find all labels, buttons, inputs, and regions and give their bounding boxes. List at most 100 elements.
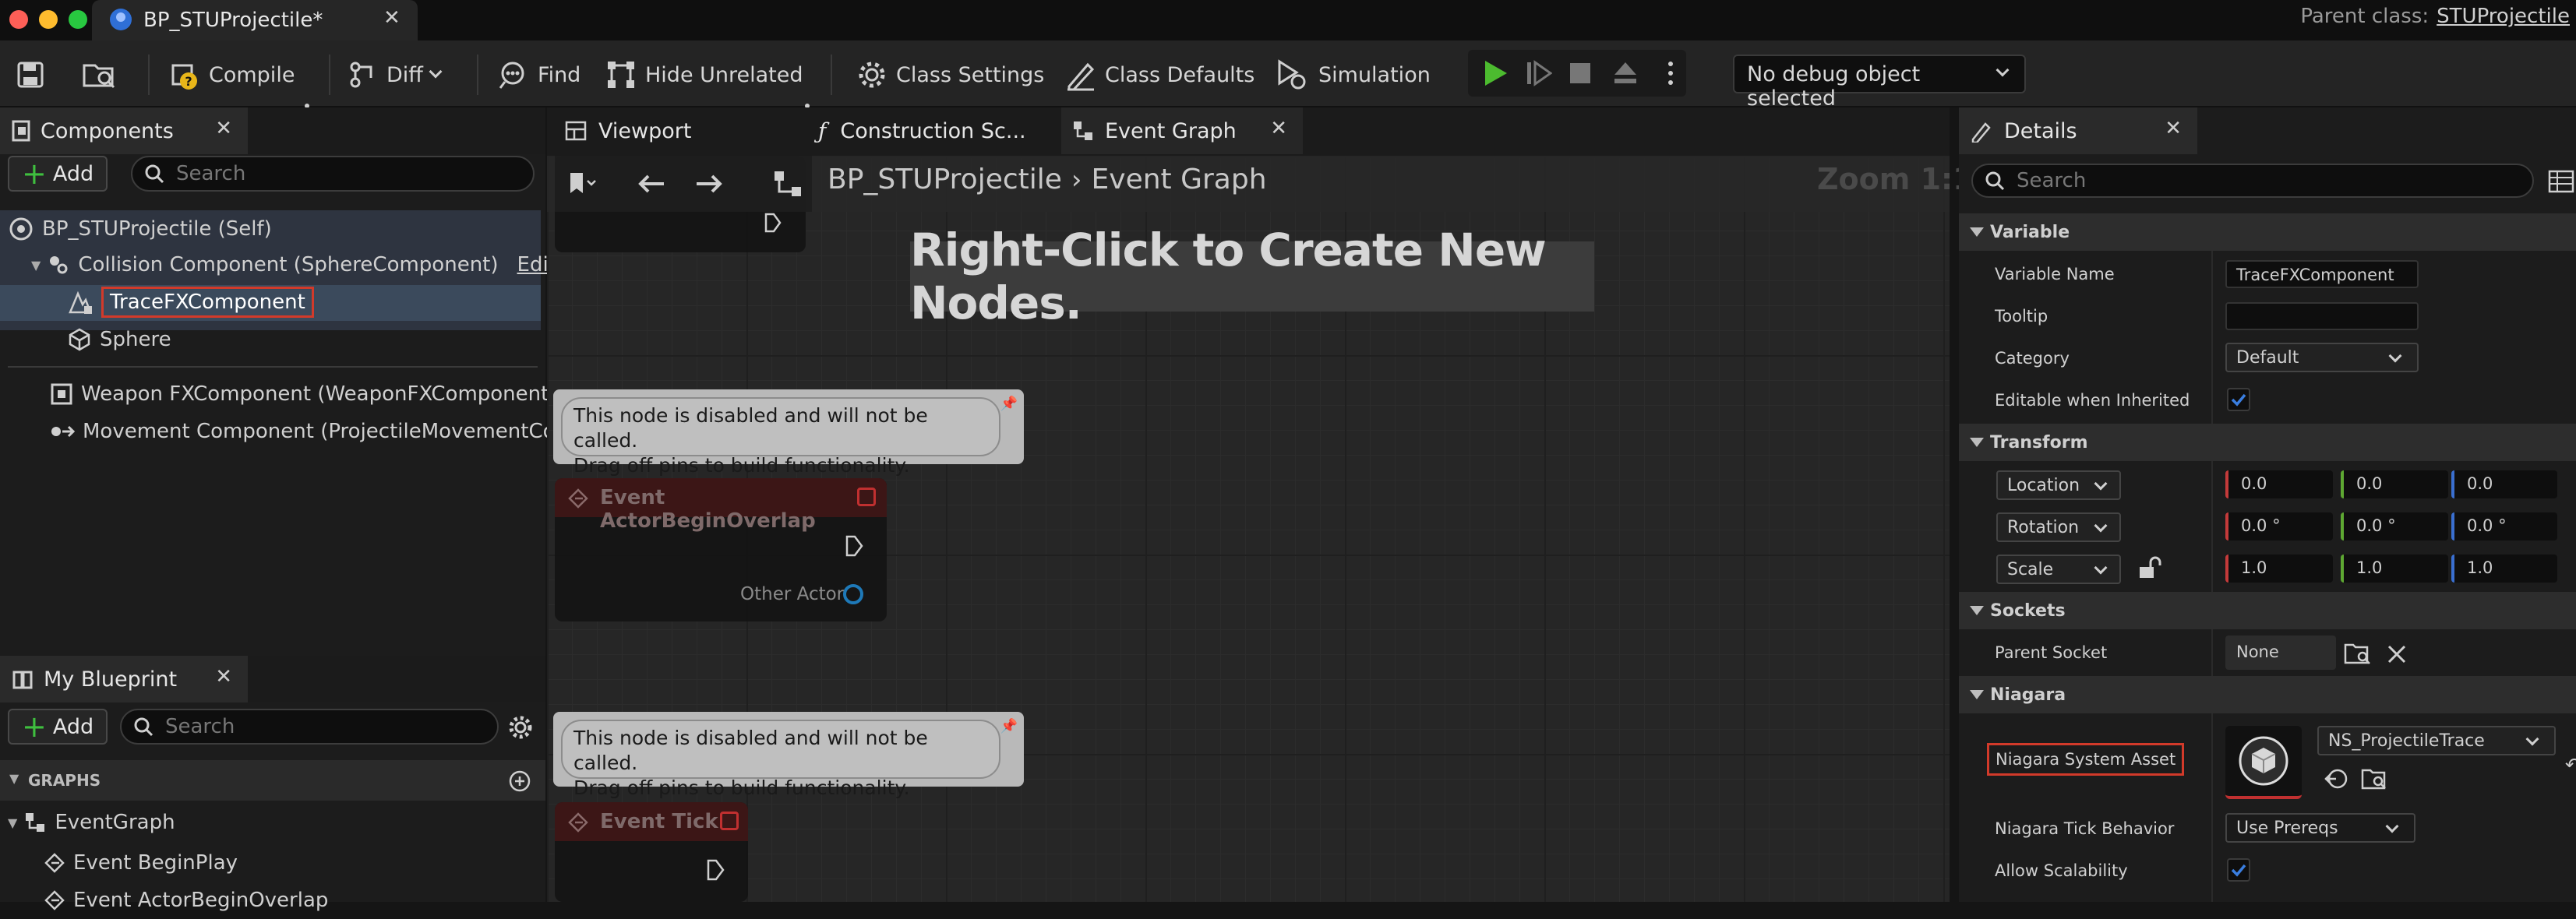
tree-row-movement[interactable]: Movement Component (ProjectileMovementCo… [50,413,575,450]
socket-browse-icon[interactable] [2344,640,2372,667]
close-icon[interactable]: ✕ [215,117,232,140]
debug-object-select[interactable]: No debug object selected [1733,55,2026,111]
close-icon[interactable]: ✕ [215,665,232,688]
exec-pin-icon[interactable] [706,858,726,882]
tree-row-collision[interactable]: ▼ Collision Component (SphereComponent) … [31,246,581,283]
tree-row-sphere[interactable]: Sphere [67,321,171,358]
parent-class-link[interactable]: STUProjectile [2437,5,2570,28]
rotation-y[interactable]: 0.0 ° [2341,512,2448,540]
location-z[interactable]: 0.0 [2451,470,2557,498]
gear-icon[interactable] [506,713,535,741]
tree-row-self[interactable]: BP_STUProjectile (Self) [8,210,272,248]
play-options-icon[interactable] [1667,59,1674,87]
tree-row-weaponfx[interactable]: Weapon FXComponent (WeaponFXComponent) [50,375,556,413]
minimize-window-button[interactable] [39,10,58,29]
graph-item-beginplay[interactable]: Event BeginPlay [44,844,238,882]
scale-x[interactable]: 1.0 [2225,555,2333,583]
graph-item-eventgraph[interactable]: ▼ EventGraph [8,804,175,841]
clear-icon[interactable] [2386,643,2408,665]
location-x[interactable]: 0.0 [2225,470,2333,498]
location-y[interactable]: 0.0 [2341,470,2448,498]
collapse-arrow-icon[interactable]: ▼ [31,258,41,273]
class-settings-button[interactable]: Class Settings [856,58,1044,92]
reset-arrow-icon[interactable]: ↶ [2565,754,2576,776]
tab-components[interactable]: Components ✕ [0,107,248,154]
tree-row-tracefx[interactable]: TraceFXComponent [67,283,314,321]
table-view-icon[interactable] [2548,170,2574,193]
section-niagara[interactable]: Niagara [1959,676,2576,713]
section-sockets[interactable]: Sockets [1959,592,2576,629]
scale-mode-select[interactable]: Scale [1996,555,2121,584]
class-defaults-button[interactable]: Class Defaults [1064,58,1254,92]
rotation-x[interactable]: 0.0 ° [2225,512,2333,540]
disabled-comment-bubble[interactable]: This node is disabled and will not be ca… [553,389,1024,477]
bookmark-icon[interactable] [566,170,597,198]
tab-viewport[interactable]: Viewport [553,107,803,154]
hide-unrelated-button[interactable]: Hide Unrelated [605,58,803,92]
allow-scalability-checkbox[interactable] [2227,858,2250,882]
graphs-section-header[interactable]: ▼ GRAPHS [0,760,545,801]
niagara-asset-thumbnail[interactable] [2225,726,2302,799]
pin-icon[interactable]: 📌 [1000,718,1018,734]
step-icon[interactable] [1524,59,1552,87]
document-tab[interactable]: BP_STUProjectile* ✕ [92,0,418,40]
diff-button[interactable]: Diff [348,58,443,92]
exec-pin-icon[interactable] [845,534,865,558]
exec-pin-icon[interactable] [764,212,782,234]
delegate-pin-icon[interactable] [857,488,876,506]
graph-item-actorbeginoverlap[interactable]: Event ActorBeginOverlap [44,882,328,919]
parent-socket-field[interactable]: None [2225,636,2336,670]
browse-asset-icon[interactable] [2361,766,2387,791]
niagara-asset-select[interactable]: NS_ProjectileTrace [2317,726,2556,755]
save-button[interactable] [16,58,53,92]
scale-y[interactable]: 1.0 [2341,555,2448,583]
stop-icon[interactable] [1568,61,1593,86]
variable-name-field[interactable]: TraceFXComponent [2225,260,2419,288]
compile-button[interactable]: ? Compile [167,58,295,92]
hierarchy-icon[interactable] [771,168,804,199]
simulation-button[interactable]: Simulation [1275,58,1431,92]
my-blueprint-search-input[interactable]: Search [120,709,499,745]
use-selected-icon[interactable] [2324,766,2348,791]
play-icon[interactable] [1479,58,1510,89]
section-variable[interactable]: Variable [1959,213,2576,251]
components-search-input[interactable]: Search [131,156,535,192]
back-arrow-icon[interactable] [636,170,667,198]
tick-behavior-select[interactable]: Use Prereqs [2225,813,2415,843]
close-tab-icon[interactable]: ✕ [383,6,401,30]
forward-arrow-icon[interactable] [693,170,725,198]
close-icon[interactable]: ✕ [2165,117,2182,140]
rotation-z[interactable]: 0.0 ° [2451,512,2557,540]
tab-my-blueprint[interactable]: My Blueprint ✕ [0,656,248,702]
editable-inherited-checkbox[interactable] [2227,388,2250,411]
find-button[interactable]: Find [496,58,580,92]
event-actorbeginoverlap-node[interactable]: Event ActorBeginOverlap Other Actor [555,478,887,621]
delegate-pin-icon[interactable] [720,812,739,830]
details-search-input[interactable]: Search [1971,164,2534,198]
tooltip-field[interactable] [2225,302,2419,330]
scale-z[interactable]: 1.0 [2451,555,2557,583]
tab-details[interactable]: Details ✕ [1959,107,2197,154]
add-graph-icon[interactable] [508,769,531,793]
my-blueprint-header: My Blueprint ✕ [0,656,545,702]
unlock-icon[interactable] [2137,556,2161,581]
add-blueprint-item-button[interactable]: + Add [8,709,108,745]
toolbar-separator [831,55,832,95]
category-select[interactable]: Default [2225,343,2419,372]
disabled-comment-bubble[interactable]: This node is disabled and will not be ca… [553,712,1024,799]
object-pin-icon[interactable] [843,584,863,604]
close-window-button[interactable] [9,10,28,29]
maximize-window-button[interactable] [69,10,87,29]
pin-icon[interactable]: 📌 [1000,396,1018,412]
browse-button[interactable] [81,58,126,92]
location-mode-select[interactable]: Location [1996,470,2121,500]
tab-construction-script[interactable]: ƒ Construction Sc... [807,107,1057,154]
rotation-mode-select[interactable]: Rotation [1996,512,2121,542]
tab-event-graph[interactable]: Event Graph ✕ [1061,107,1303,154]
close-icon[interactable]: ✕ [1270,117,1287,140]
breadcrumb-root[interactable]: BP_STUProjectile [827,164,1062,195]
section-transform[interactable]: Transform [1959,424,2576,461]
event-tick-node[interactable]: Event Tick [555,802,748,902]
add-component-button[interactable]: + Add [8,156,108,192]
eject-icon[interactable] [1611,59,1639,87]
